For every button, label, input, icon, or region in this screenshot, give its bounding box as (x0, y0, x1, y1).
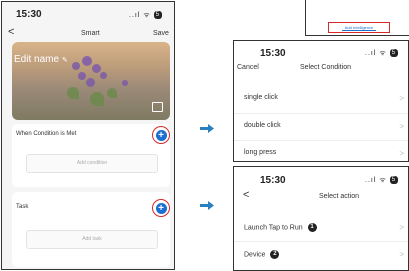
flower-shape (86, 78, 95, 87)
task-card: Task + Add task (12, 192, 170, 267)
arrow-right-icon (200, 201, 214, 210)
status-time: 15:30 (260, 48, 286, 59)
flower-shape (78, 72, 86, 80)
list-item-label: long press (244, 149, 277, 156)
battery-icon: 5 (153, 11, 163, 20)
status-time: 15:30 (16, 9, 42, 20)
flower-shape (82, 56, 92, 66)
step-badge: 2 (270, 250, 280, 259)
add-task-plus-icon[interactable]: + (155, 202, 167, 214)
cancel-button[interactable]: Cancel (237, 64, 259, 71)
task-section-label: Task (16, 204, 29, 210)
condition-card: When Condition is Met + Add condition (12, 124, 170, 187)
leaf-shape (90, 92, 104, 106)
chevron-right-icon: > (399, 223, 404, 232)
status-icons: ..ıl ᯤ 5 (365, 49, 399, 58)
page-title: Select action (319, 193, 360, 200)
smart-scene-screen: 15:30 ..ıl ᯤ 5 < Smart Save Edit name ✎ … (1, 1, 175, 270)
divider (234, 140, 408, 141)
flower-shape (122, 80, 128, 86)
status-icons: ..ıl ᯤ 5 (365, 176, 399, 185)
select-action-screen: 15:30 ..ıl ᯤ 5 < Select action Launch Ta… (233, 166, 409, 271)
save-button[interactable]: Save (153, 30, 169, 37)
back-icon[interactable]: < (243, 190, 249, 201)
list-item-label-group: Launch Tap to Run 1 (244, 223, 317, 232)
condition-section-label: When Condition is Met (16, 131, 77, 137)
edit-name-button[interactable]: Edit name ✎ (14, 54, 68, 65)
step-badge: 1 (307, 223, 317, 232)
wifi-icon: ᯤ (379, 50, 387, 57)
divider (234, 241, 408, 242)
add-intelligence-button[interactable]: Add Intelligence (328, 22, 390, 33)
battery-icon: 5 (389, 49, 399, 58)
page-title: Smart (81, 30, 100, 37)
wifi-icon: ᯤ (143, 12, 151, 19)
signal-icon: ..ıl (129, 12, 141, 19)
signal-icon: ..ıl (365, 50, 377, 57)
add-condition-plus-icon[interactable]: + (155, 129, 167, 141)
signal-icon: ..ıl (365, 177, 377, 184)
leaf-shape (107, 88, 117, 98)
add-task-button[interactable]: Add task (26, 230, 158, 249)
battery-icon: 5 (389, 176, 399, 185)
list-item-label-group: Device 2 (244, 250, 280, 259)
edit-name-label: Edit name (14, 54, 60, 65)
chevron-right-icon: > (399, 250, 404, 259)
flower-shape (72, 62, 80, 70)
add-condition-button[interactable]: Add condition (26, 154, 158, 173)
flower-shape (100, 72, 107, 79)
leaf-shape (67, 87, 79, 99)
chevron-right-icon: > (399, 149, 404, 158)
select-condition-screen: 15:30 ..ıl ᯤ 5 Cancel Select Condition s… (233, 40, 409, 162)
divider (234, 113, 408, 114)
chevron-right-icon: > (399, 94, 404, 103)
list-item-label: Device (244, 251, 266, 259)
list-item-label: single click (244, 94, 278, 101)
pencil-icon: ✎ (61, 57, 68, 64)
tab-underline (342, 30, 376, 31)
edit-image-icon[interactable] (152, 102, 163, 112)
list-item-label: double click (244, 122, 281, 129)
status-icons: ..ıl ᯤ 5 (129, 11, 163, 20)
status-time: 15:30 (260, 175, 286, 186)
list-item-label: Launch Tap to Run (244, 224, 303, 232)
chevron-right-icon: > (399, 122, 404, 131)
flower-shape (92, 64, 101, 73)
page-title: Select Condition (300, 64, 351, 71)
arrow-right-icon (200, 124, 214, 133)
back-icon[interactable]: < (8, 27, 14, 38)
wifi-icon: ᯤ (379, 177, 387, 184)
